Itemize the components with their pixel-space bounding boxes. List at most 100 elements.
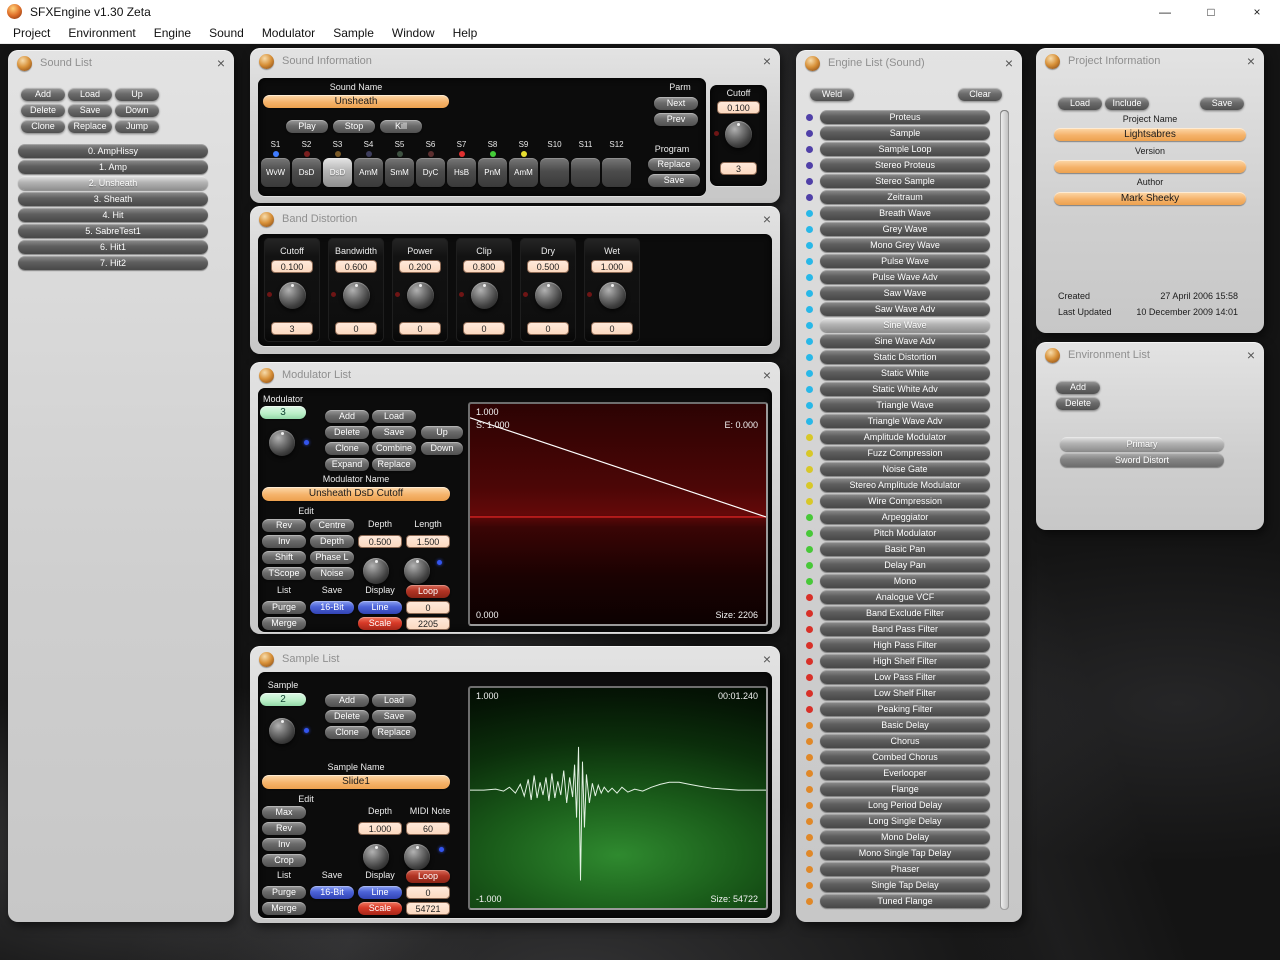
close-icon[interactable]: × xyxy=(1247,348,1255,362)
midi-note-field[interactable]: 60 xyxy=(406,822,450,835)
menu-item[interactable]: Modulator xyxy=(253,26,324,40)
combine-button[interactable]: Combine xyxy=(372,442,416,455)
parameter-knob[interactable] xyxy=(535,282,562,309)
depth-button[interactable]: Depth xyxy=(310,535,354,548)
knob-value-field[interactable]: 0.100 xyxy=(271,260,313,273)
slot-engine-box[interactable] xyxy=(571,158,600,187)
save-button[interactable]: Save xyxy=(372,710,416,723)
rev-button[interactable]: Rev xyxy=(262,519,306,532)
save-button[interactable]: Save xyxy=(372,426,416,439)
knob-count-field[interactable]: 0 xyxy=(463,322,505,335)
engine-list-item[interactable]: Noise Gate xyxy=(820,462,990,476)
project-name-field[interactable]: Lightsabres xyxy=(1054,128,1246,141)
engine-list-item[interactable]: Amplitude Modulator xyxy=(820,430,990,444)
engine-list-item[interactable]: Zeitraum xyxy=(820,190,990,204)
slot-engine-box[interactable]: DsD xyxy=(292,158,321,187)
cutoff-count-field[interactable]: 3 xyxy=(720,162,757,175)
delete-button[interactable]: Delete xyxy=(325,426,369,439)
engine-list-item[interactable]: Peaking Filter xyxy=(820,702,990,716)
close-icon[interactable]: × xyxy=(217,56,225,70)
engine-list-item[interactable]: Arpeggiator xyxy=(820,510,990,524)
noise-button[interactable]: Noise xyxy=(310,567,354,580)
add-button[interactable]: Add xyxy=(325,410,369,423)
knob-value-field[interactable]: 0.800 xyxy=(463,260,505,273)
knob-count-field[interactable]: 0 xyxy=(527,322,569,335)
engine-list-item[interactable]: Long Period Delay xyxy=(820,798,990,812)
crop-button[interactable]: Crop xyxy=(262,854,306,867)
engine-list-item[interactable]: Sine Wave Adv xyxy=(820,334,990,348)
knob-value-field[interactable]: 0.600 xyxy=(335,260,377,273)
minimize-icon[interactable]: — xyxy=(1142,0,1188,23)
expand-button[interactable]: Expand xyxy=(325,458,369,471)
engine-list-item[interactable]: Long Single Delay xyxy=(820,814,990,828)
include-button[interactable]: Include xyxy=(1105,97,1149,110)
knob-value-field[interactable]: 1.000 xyxy=(591,260,633,273)
panel-titlebar[interactable]: Engine List (Sound) × xyxy=(796,50,1022,76)
sound-list-button[interactable]: Clone xyxy=(21,120,65,133)
line-button[interactable]: Line xyxy=(358,886,402,899)
purge-button[interactable]: Purge xyxy=(262,601,306,614)
slot-engine-box[interactable]: HsB xyxy=(447,158,476,187)
menu-item[interactable]: Project xyxy=(4,26,59,40)
sample-count-field[interactable]: 54721 xyxy=(406,902,450,915)
cutoff-knob[interactable] xyxy=(725,121,752,148)
panel-titlebar[interactable]: Sound Information × xyxy=(250,48,780,74)
engine-list-item[interactable]: Saw Wave xyxy=(820,286,990,300)
engine-list-item[interactable]: Breath Wave xyxy=(820,206,990,220)
panel-titlebar[interactable]: Modulator List × xyxy=(250,362,780,388)
engine-list-item[interactable]: Combed Chorus xyxy=(820,750,990,764)
sound-name-field[interactable]: Unsheath xyxy=(263,95,449,108)
clear-button[interactable]: Clear xyxy=(958,88,1002,101)
knob-count-field[interactable]: 0 xyxy=(335,322,377,335)
phase-l-button[interactable]: Phase L xyxy=(310,551,354,564)
slot-engine-box[interactable]: PnM xyxy=(478,158,507,187)
depth-value-field[interactable]: 0.500 xyxy=(358,535,402,548)
engine-list-item[interactable]: Single Tap Delay xyxy=(820,878,990,892)
transport-button[interactable]: Kill xyxy=(380,120,422,133)
parm-next-button[interactable]: Next xyxy=(654,97,698,110)
knob-count-field[interactable]: 0 xyxy=(399,322,441,335)
edit-length-knob[interactable] xyxy=(404,558,430,584)
engine-list-item[interactable]: Static White xyxy=(820,366,990,380)
panel-titlebar[interactable]: Sample List × xyxy=(250,646,780,672)
engine-list-item[interactable]: Saw Wave Adv xyxy=(820,302,990,316)
sound-list-item[interactable]: 7. Hit2 xyxy=(18,256,208,270)
save-button[interactable]: Save xyxy=(1200,97,1244,110)
loop-button[interactable]: Loop xyxy=(406,870,450,883)
waveform-display[interactable]: 1.000 00:01.240 -1.000 Size: 54722 xyxy=(468,686,768,910)
sound-list-button[interactable]: Save xyxy=(68,104,112,117)
slot-engine-box[interactable] xyxy=(540,158,569,187)
delete-button[interactable]: Delete xyxy=(325,710,369,723)
parameter-knob[interactable] xyxy=(279,282,306,309)
parm-prev-button[interactable]: Prev xyxy=(654,113,698,126)
slot-engine-box[interactable]: AmM xyxy=(509,158,538,187)
panel-titlebar[interactable]: Sound List × xyxy=(8,50,234,76)
engine-list-item[interactable]: Pitch Modulator xyxy=(820,526,990,540)
slot-engine-box[interactable]: WvW xyxy=(261,158,290,187)
menu-item[interactable]: Window xyxy=(383,26,444,40)
slot-engine-box[interactable]: DyC xyxy=(416,158,445,187)
centre-button[interactable]: Centre xyxy=(310,519,354,532)
depth-value-field[interactable]: 1.000 xyxy=(358,822,402,835)
sound-list-item[interactable]: 6. Hit1 xyxy=(18,240,208,254)
engine-list-item[interactable]: Sine Wave xyxy=(820,318,990,332)
load-button[interactable]: Load xyxy=(372,694,416,707)
engine-list-item[interactable]: Fuzz Compression xyxy=(820,446,990,460)
slot-engine-box[interactable]: DsD xyxy=(323,158,352,187)
program-replace-button[interactable]: Replace xyxy=(648,158,700,171)
replace-button[interactable]: Replace xyxy=(372,726,416,739)
sound-list-item[interactable]: 4. Hit xyxy=(18,208,208,222)
engine-list-item[interactable]: Grey Wave xyxy=(820,222,990,236)
engine-list-item[interactable]: Triangle Wave Adv xyxy=(820,414,990,428)
panel-titlebar[interactable]: Project Information × xyxy=(1036,48,1264,74)
max-button[interactable]: Max xyxy=(262,806,306,819)
transport-button[interactable]: Stop xyxy=(333,120,375,133)
engine-list-item[interactable]: Pulse Wave Adv xyxy=(820,270,990,284)
menu-item[interactable]: Help xyxy=(444,26,487,40)
environment-list-item[interactable]: Primary xyxy=(1060,437,1224,451)
sound-list-item[interactable]: 5. SabreTest1 xyxy=(18,224,208,238)
sample-name-field[interactable]: Slide1 xyxy=(262,775,450,789)
inv-button[interactable]: Inv xyxy=(262,535,306,548)
delete-button[interactable]: Delete xyxy=(1056,397,1100,410)
sound-list-item[interactable]: 2. Unsheath xyxy=(18,176,208,190)
